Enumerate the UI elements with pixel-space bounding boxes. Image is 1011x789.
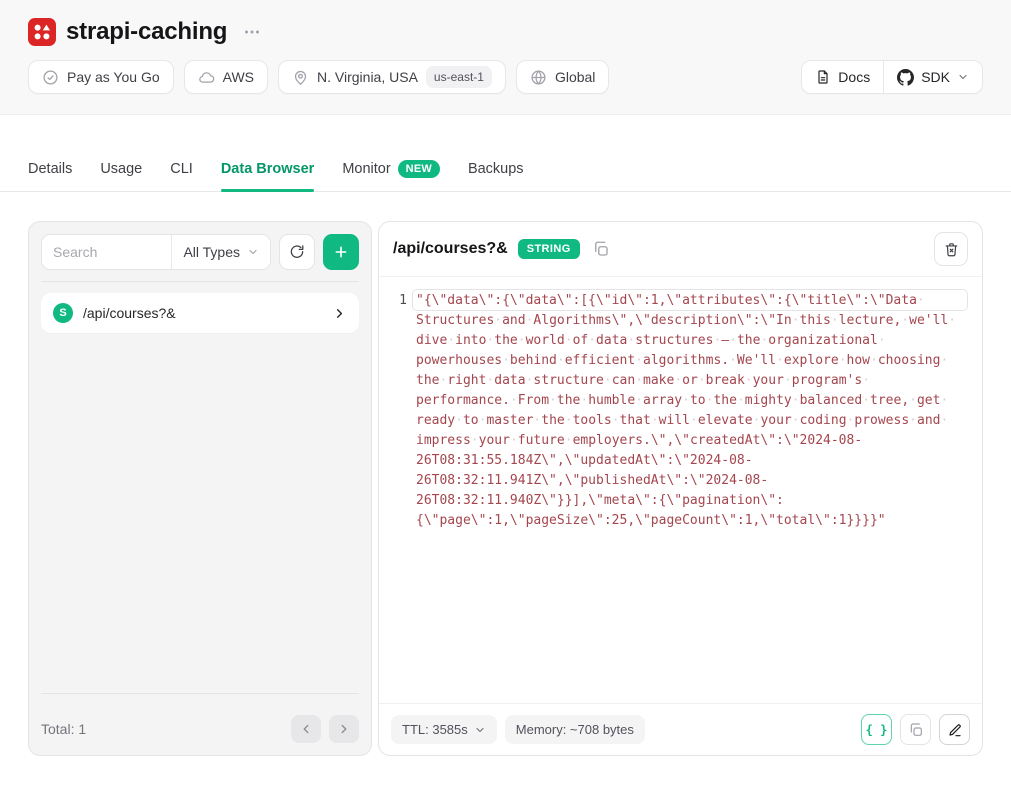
sidebar-footer-divider <box>41 693 359 694</box>
chevron-right-icon <box>332 306 347 321</box>
delete-key-button[interactable] <box>934 232 968 266</box>
plan-badge-label: Pay as You Go <box>67 69 160 85</box>
github-icon <box>897 69 914 86</box>
ttl-label: TTL: 3585s <box>402 722 468 737</box>
copy-icon <box>592 240 610 258</box>
search-input[interactable] <box>42 235 171 269</box>
refresh-button[interactable] <box>279 234 315 270</box>
key-detail-panel: /api/courses?& STRING 1 "{\"data\":{\"da… <box>378 221 983 756</box>
cloud-icon <box>198 69 215 86</box>
value-editor[interactable]: 1 "{\"data\":{\"data\":[{\"id\":1,\"attr… <box>379 277 982 703</box>
region-code-tag: us-east-1 <box>426 66 492 88</box>
add-key-button[interactable] <box>323 234 359 270</box>
selected-key-title: /api/courses?& <box>393 240 508 258</box>
tab-monitor[interactable]: Monitor NEW <box>342 160 440 191</box>
document-icon <box>815 69 831 85</box>
chevron-down-icon <box>474 724 486 736</box>
globe-icon <box>530 69 547 86</box>
scope-badge-label: Global <box>555 69 595 85</box>
format-json-button[interactable]: { } <box>861 714 892 745</box>
ellipsis-icon <box>243 23 261 41</box>
docs-sdk-group: Docs SDK <box>801 60 983 94</box>
braces-icon: { } <box>866 723 888 737</box>
plus-icon <box>333 244 349 260</box>
type-filter-select[interactable]: All Types <box>171 235 270 269</box>
total-count-label: Total: 1 <box>41 721 86 737</box>
sdk-button[interactable]: SDK <box>883 61 982 93</box>
keys-sidebar: All Types S /api/courses?& Total: 1 <box>28 221 372 756</box>
prev-page-button[interactable] <box>291 715 321 743</box>
memory-usage-label: Memory: ~708 bytes <box>505 715 645 744</box>
key-list-item-label: /api/courses?& <box>83 305 322 321</box>
trash-icon <box>943 241 960 258</box>
line-number: 1 <box>391 291 407 703</box>
chevron-left-icon <box>299 722 313 736</box>
tab-data-browser[interactable]: Data Browser <box>221 160 314 191</box>
chevron-right-icon <box>337 722 351 736</box>
refresh-icon <box>289 244 305 260</box>
scope-badge: Global <box>516 60 609 94</box>
page-header: strapi-caching Pay as You Go AWS N. Virg… <box>0 0 1011 115</box>
region-badge: N. Virginia, USA us-east-1 <box>278 60 506 94</box>
tab-bar: Details Usage CLI Data Browser Monitor N… <box>0 160 1011 192</box>
provider-badge: AWS <box>184 60 268 94</box>
region-badge-label: N. Virginia, USA <box>317 69 418 85</box>
sidebar-footer: Total: 1 <box>41 682 359 743</box>
search-combo: All Types <box>41 234 271 270</box>
key-list-item[interactable]: S /api/courses?& <box>41 293 359 333</box>
chevron-down-icon <box>957 71 969 83</box>
type-filter-label: All Types <box>183 244 240 260</box>
copy-key-button[interactable] <box>590 238 612 260</box>
tab-usage[interactable]: Usage <box>100 160 142 191</box>
map-pin-icon <box>292 69 309 86</box>
copy-value-button[interactable] <box>900 714 931 745</box>
database-logo-icon <box>28 18 56 46</box>
tab-cli[interactable]: CLI <box>170 160 193 191</box>
key-type-avatar: S <box>53 303 73 323</box>
tab-backups[interactable]: Backups <box>468 160 524 191</box>
copy-icon <box>908 722 924 738</box>
code-value: "{\"data\":{\"data\":[{\"id\":1,\"attrib… <box>416 291 968 531</box>
plan-badge: Pay as You Go <box>28 60 174 94</box>
new-badge: NEW <box>398 160 440 178</box>
next-page-button[interactable] <box>329 715 359 743</box>
edit-value-button[interactable] <box>939 714 970 745</box>
key-type-badge: STRING <box>518 239 580 259</box>
page-title: strapi-caching <box>66 18 227 46</box>
docs-button-label: Docs <box>838 69 870 85</box>
sidebar-divider <box>41 281 359 282</box>
ttl-dropdown[interactable]: TTL: 3585s <box>391 715 497 744</box>
pencil-icon <box>947 722 963 738</box>
check-seal-icon <box>42 69 59 86</box>
chevron-down-icon <box>247 246 259 258</box>
docs-button[interactable]: Docs <box>802 61 883 93</box>
tab-details[interactable]: Details <box>28 160 72 191</box>
sdk-button-label: SDK <box>921 69 950 85</box>
provider-badge-label: AWS <box>223 69 254 85</box>
title-menu-button[interactable] <box>239 19 265 45</box>
